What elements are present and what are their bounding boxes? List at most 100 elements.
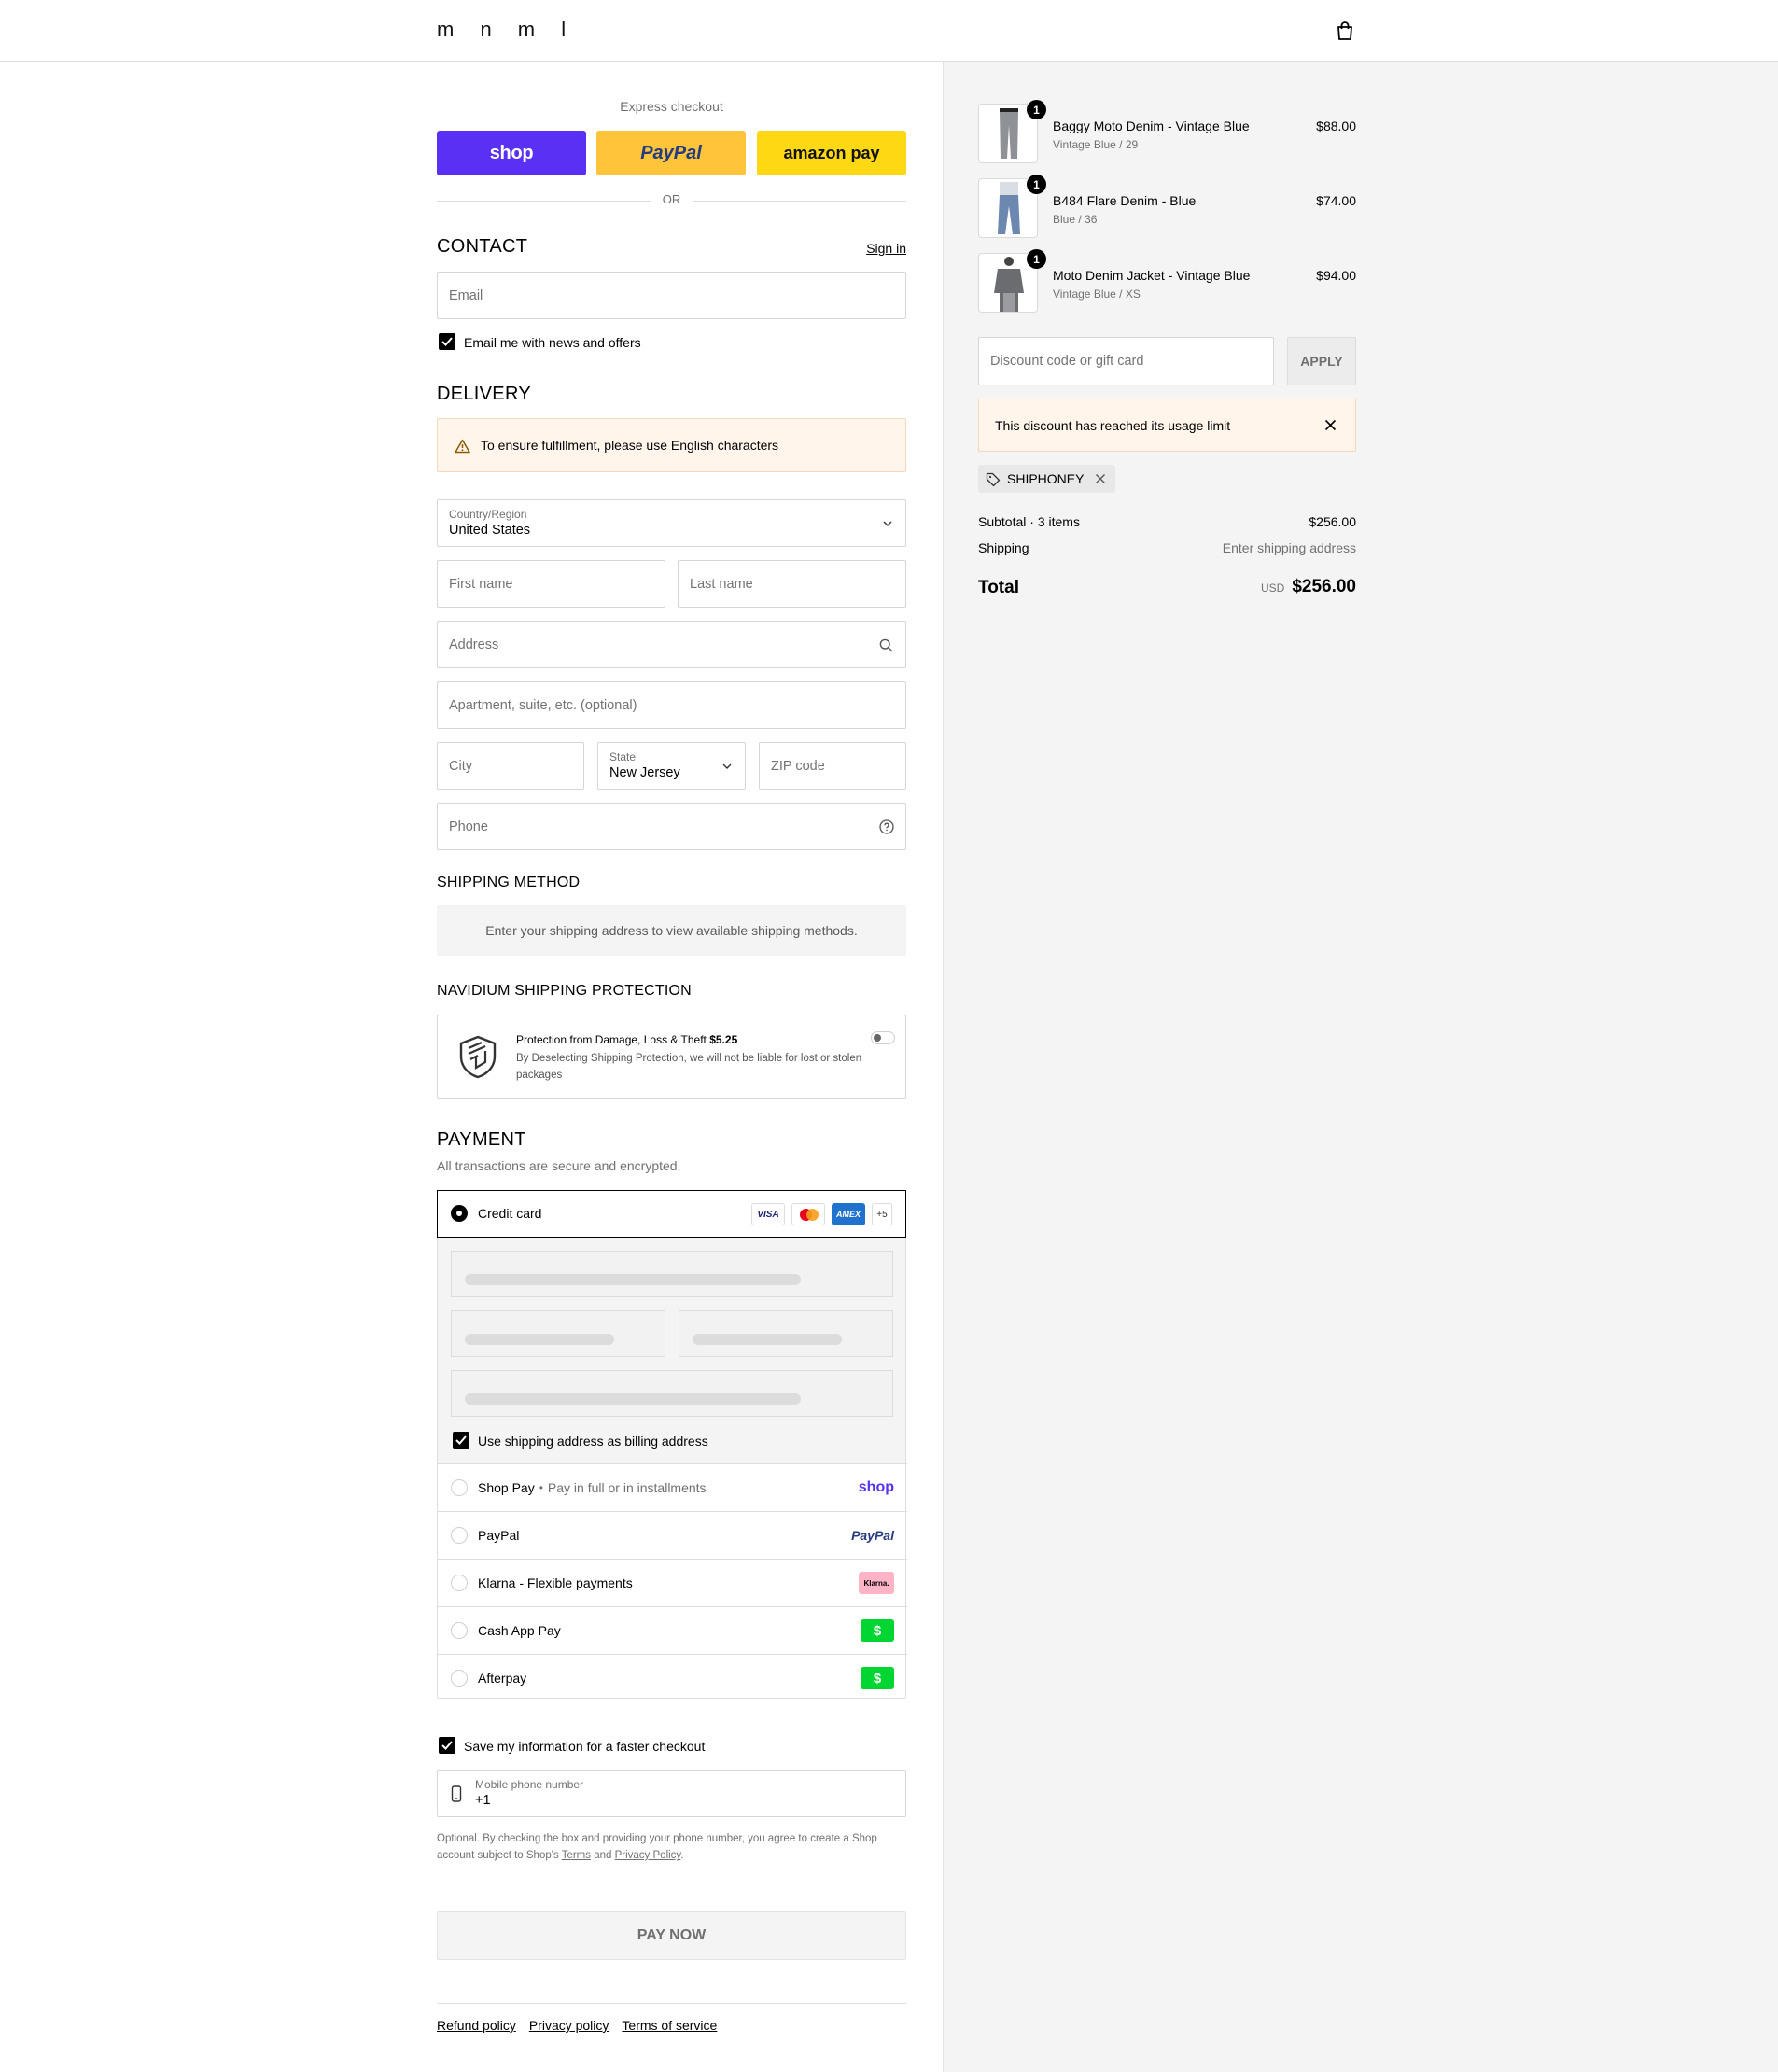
legal-and: and bbox=[594, 1850, 612, 1861]
checkmark-icon bbox=[441, 1741, 453, 1750]
shop-legal-text: Optional. By checking the box and provid… bbox=[437, 1830, 906, 1864]
paypal-logo: PayPal bbox=[851, 1528, 894, 1543]
phone-field[interactable]: Phone bbox=[437, 803, 906, 850]
city-field[interactable]: City bbox=[437, 742, 584, 790]
product-name: Moto Denim Jacket - Vintage Blue bbox=[1053, 268, 1251, 283]
email-field[interactable]: Email bbox=[437, 272, 906, 319]
state-select[interactable]: State New Jersey bbox=[597, 742, 746, 790]
protection-headline-row: Protection from Damage, Loss & Theft $5.… bbox=[516, 1033, 871, 1046]
payment-methods-list: Credit card VISA AMEX +5 Use shipping ad… bbox=[437, 1190, 907, 1701]
delivery-heading: DELIVERY bbox=[437, 384, 531, 404]
news-checkbox[interactable] bbox=[439, 333, 455, 350]
express-checkout-title: Express checkout bbox=[620, 99, 723, 114]
shop-pay-radio[interactable] bbox=[451, 1479, 468, 1496]
afterpay-logo: $ bbox=[861, 1667, 894, 1689]
paypal-radio[interactable] bbox=[451, 1527, 468, 1544]
legal-suffix: . bbox=[680, 1850, 684, 1861]
apply-discount-button[interactable]: APPLY bbox=[1287, 337, 1356, 385]
product-price: $88.00 bbox=[1316, 119, 1356, 133]
footer-divider bbox=[437, 2003, 906, 2004]
address-field[interactable]: Address bbox=[437, 621, 906, 668]
quantity-badge: 1 bbox=[1027, 175, 1046, 194]
shop-pay-label: Shop Pay bbox=[478, 1480, 535, 1495]
product-name: Baggy Moto Denim - Vintage Blue bbox=[1053, 119, 1250, 133]
close-icon[interactable] bbox=[1324, 419, 1337, 431]
shop-logo-text: shop bbox=[489, 142, 534, 163]
billing-address-checkbox[interactable] bbox=[453, 1432, 469, 1449]
klarna-option[interactable]: Klarna - Flexible payments Klarna. bbox=[438, 1559, 907, 1606]
quantity-badge: 1 bbox=[1027, 249, 1046, 269]
privacy-policy-link[interactable]: Privacy policy bbox=[529, 2018, 609, 2033]
contact-heading: CONTACT bbox=[437, 236, 528, 257]
expiry-field[interactable] bbox=[451, 1310, 665, 1357]
total-label: Total bbox=[978, 578, 1019, 597]
discount-error-text: This discount has reached its usage limi… bbox=[995, 418, 1231, 433]
protection-price: $5.25 bbox=[709, 1033, 738, 1046]
card-number-field[interactable] bbox=[451, 1251, 893, 1297]
protection-toggle[interactable] bbox=[871, 1031, 895, 1044]
help-circle-icon[interactable] bbox=[879, 819, 894, 834]
credit-card-form: Use shipping address as billing address bbox=[438, 1238, 905, 1463]
shop-pay-option[interactable]: Shop Pay • Pay in full or in installment… bbox=[438, 1463, 907, 1511]
amex-icon: AMEX bbox=[832, 1203, 865, 1225]
search-icon bbox=[879, 638, 893, 652]
warning-text: To ensure fulfillment, please use Englis… bbox=[481, 438, 779, 453]
shop-privacy-link[interactable]: Privacy Policy bbox=[615, 1850, 681, 1861]
divider-right bbox=[693, 201, 906, 202]
payment-heading: PAYMENT bbox=[437, 1129, 526, 1150]
shop-pay-express-button[interactable]: shop bbox=[437, 131, 586, 175]
more-cards-badge: +5 bbox=[872, 1203, 892, 1225]
security-code-field[interactable] bbox=[679, 1310, 893, 1357]
klarna-label: Klarna - Flexible payments bbox=[478, 1575, 633, 1590]
shop-terms-link[interactable]: Terms bbox=[562, 1850, 591, 1861]
cash-app-radio[interactable] bbox=[451, 1622, 468, 1639]
zip-field[interactable]: ZIP code bbox=[759, 742, 906, 790]
refund-policy-link[interactable]: Refund policy bbox=[437, 2018, 516, 2033]
credit-card-option[interactable]: Credit card VISA AMEX +5 bbox=[437, 1190, 906, 1238]
checkout-form: Express checkout shop PayPal amazon pay … bbox=[437, 0, 907, 2072]
afterpay-option[interactable]: Afterpay $ bbox=[438, 1654, 907, 1701]
pay-now-button[interactable]: PAY NOW bbox=[437, 1911, 906, 1960]
mobile-phone-field[interactable]: Mobile phone number +1 bbox=[437, 1770, 906, 1817]
product-variant: Vintage Blue / 29 bbox=[1053, 138, 1139, 151]
billing-address-label: Use shipping address as billing address bbox=[478, 1434, 708, 1449]
last-name-placeholder: Last name bbox=[690, 576, 753, 592]
apartment-field[interactable]: Apartment, suite, etc. (optional) bbox=[437, 681, 906, 729]
klarna-logo: Klarna. bbox=[859, 1572, 894, 1594]
footer-links: Refund policy Privacy policy Terms of se… bbox=[437, 2018, 730, 2033]
discount-error-banner: This discount has reached its usage limi… bbox=[978, 399, 1356, 452]
currency-code: USD bbox=[1260, 581, 1285, 595]
checkmark-icon bbox=[455, 1435, 467, 1445]
shipping-method-placeholder: Enter your shipping address to view avai… bbox=[437, 905, 906, 956]
city-placeholder: City bbox=[449, 758, 472, 774]
discount-code-field[interactable]: Discount code or gift card bbox=[978, 337, 1274, 385]
remove-code-icon[interactable] bbox=[1095, 473, 1106, 484]
cash-app-pay-option[interactable]: Cash App Pay $ bbox=[438, 1606, 907, 1654]
afterpay-radio[interactable] bbox=[451, 1670, 468, 1687]
apply-label: APPLY bbox=[1300, 354, 1343, 369]
product-name: B484 Flare Denim - Blue bbox=[1053, 193, 1197, 208]
news-checkbox-label: Email me with news and offers bbox=[464, 335, 641, 350]
amazon-pay-express-button[interactable]: amazon pay bbox=[757, 131, 906, 175]
klarna-radio[interactable] bbox=[451, 1575, 468, 1591]
zip-placeholder: ZIP code bbox=[771, 758, 825, 774]
state-label: State bbox=[609, 750, 637, 763]
paypal-option[interactable]: PayPal PayPal bbox=[438, 1511, 907, 1559]
separator-dot: • bbox=[539, 1481, 543, 1494]
country-select[interactable]: Country/Region United States bbox=[437, 499, 906, 547]
product-variant: Blue / 36 bbox=[1053, 213, 1098, 226]
name-on-card-field[interactable] bbox=[451, 1370, 893, 1417]
product-price: $74.00 bbox=[1316, 193, 1356, 208]
cash-app-logo: $ bbox=[861, 1619, 894, 1642]
paypal-express-button[interactable]: PayPal bbox=[596, 131, 746, 175]
more-cards-text: +5 bbox=[876, 1209, 888, 1220]
sign-in-link[interactable]: Sign in bbox=[866, 241, 906, 256]
total-value: $256.00 bbox=[1292, 577, 1356, 596]
toggle-knob bbox=[874, 1034, 881, 1042]
mobile-phone-icon bbox=[451, 1785, 462, 1802]
terms-of-service-link[interactable]: Terms of service bbox=[622, 2018, 717, 2033]
last-name-field[interactable]: Last name bbox=[678, 560, 906, 608]
credit-card-radio[interactable] bbox=[451, 1205, 468, 1222]
save-info-checkbox[interactable] bbox=[439, 1737, 455, 1754]
first-name-field[interactable]: First name bbox=[437, 560, 665, 608]
